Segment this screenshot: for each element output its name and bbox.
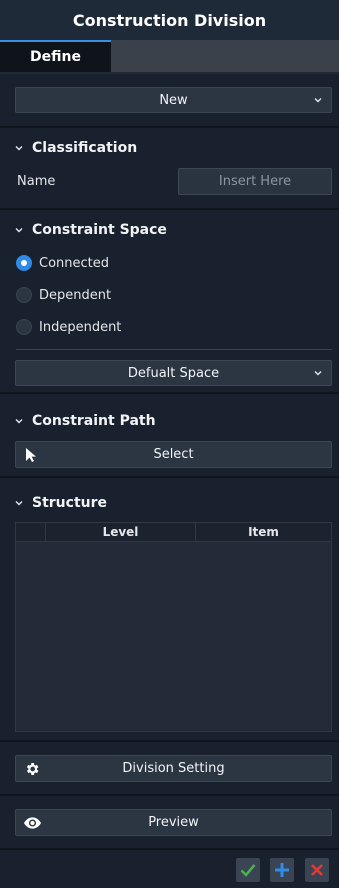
chevron-down-icon — [15, 146, 23, 151]
constraint-path-title: Constraint Path — [32, 413, 156, 429]
confirm-button[interactable] — [236, 858, 260, 882]
mode-dropdown-value: New — [159, 92, 188, 108]
select-path-button[interactable]: Select — [15, 441, 332, 468]
structure-header[interactable]: Structure — [14, 493, 107, 513]
constraint-path-header[interactable]: Constraint Path — [14, 411, 156, 431]
radio-connected[interactable]: Connected — [16, 255, 109, 271]
eye-icon — [24, 816, 41, 829]
radio-selected-icon — [16, 255, 32, 271]
checkmark-icon — [240, 864, 256, 877]
classification-title: Classification — [32, 140, 138, 156]
structure-table[interactable]: Level Item — [15, 522, 332, 732]
chevron-down-icon — [15, 501, 23, 506]
radio-unselected-icon — [16, 319, 32, 335]
name-input[interactable]: Insert Here — [178, 168, 332, 195]
division-setting-button[interactable]: Division Setting — [15, 755, 332, 782]
name-input-placeholder: Insert Here — [218, 174, 292, 189]
divider — [16, 349, 332, 350]
chevron-down-icon — [15, 419, 23, 424]
structure-title: Structure — [32, 495, 108, 511]
constraint-space-header[interactable]: Constraint Space — [14, 220, 167, 240]
close-icon — [311, 864, 323, 876]
mode-dropdown[interactable]: New — [15, 87, 332, 113]
column-header-item[interactable]: Item — [196, 523, 331, 541]
column-header-level[interactable]: Level — [46, 523, 196, 541]
select-path-label: Select — [153, 447, 194, 462]
division-setting-label: Division Setting — [122, 761, 225, 776]
radio-dependent[interactable]: Dependent — [16, 287, 111, 303]
chevron-down-icon — [314, 98, 322, 103]
radio-unselected-icon — [16, 287, 32, 303]
radio-connected-label: Connected — [39, 255, 110, 271]
constraint-space-title: Constraint Space — [32, 222, 167, 238]
cancel-button[interactable] — [305, 858, 329, 882]
radio-independent[interactable]: Independent — [16, 319, 121, 335]
radio-dependent-label: Dependent — [39, 287, 112, 303]
chevron-down-icon — [314, 371, 322, 376]
table-header: Level Item — [16, 523, 331, 542]
cursor-arrow-icon — [26, 447, 36, 462]
space-dropdown-value: Defualt Space — [127, 365, 220, 381]
name-label: Name — [17, 174, 56, 189]
radio-independent-label: Independent — [39, 319, 122, 335]
classification-header[interactable]: Classification — [14, 138, 137, 158]
preview-label: Preview — [148, 815, 199, 830]
gear-icon — [26, 762, 39, 775]
tab-define[interactable]: Define — [0, 40, 111, 72]
window-title: Construction Division — [0, 0, 339, 40]
chevron-down-icon — [15, 228, 23, 233]
column-header-index[interactable] — [16, 523, 46, 541]
add-button[interactable] — [270, 858, 294, 882]
space-dropdown[interactable]: Defualt Space — [15, 360, 332, 386]
preview-button[interactable]: Preview — [15, 809, 332, 836]
plus-icon — [275, 863, 289, 877]
